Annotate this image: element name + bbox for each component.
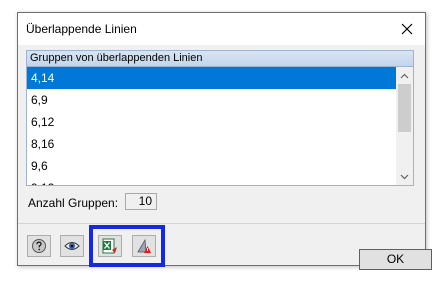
- dialog-window: Überlappende Linien Gruppen von überlapp…: [17, 12, 432, 270]
- view-button[interactable]: [60, 235, 84, 257]
- help-icon: [32, 239, 46, 253]
- view-icon: [64, 242, 80, 250]
- ok-button[interactable]: OK: [359, 249, 432, 270]
- list-item[interactable]: 9,12: [27, 177, 396, 185]
- divider: [18, 223, 425, 224]
- list-item[interactable]: 9,6: [27, 155, 396, 177]
- close-button[interactable]: [389, 13, 425, 45]
- chevron-down-icon: [400, 174, 409, 179]
- list-item[interactable]: 4,14: [27, 67, 396, 89]
- group-header: Gruppen von überlappenden Linien: [27, 51, 413, 67]
- list-item[interactable]: 8,16: [27, 133, 396, 155]
- list-scrollbar[interactable]: [396, 67, 413, 185]
- groups-list[interactable]: 4,14 6,9 6,12 8,16 9,6 9,12: [27, 67, 396, 185]
- scroll-thumb[interactable]: [398, 84, 411, 132]
- window-title: Überlappende Linien: [26, 22, 137, 36]
- group-count-value: 10: [125, 193, 157, 210]
- group-count-label: Anzahl Gruppen:: [28, 196, 119, 210]
- title-bar: Überlappende Linien: [18, 13, 425, 45]
- highlight-box: [89, 225, 165, 267]
- close-icon: [401, 23, 413, 35]
- chevron-up-icon: [400, 73, 409, 78]
- list-item[interactable]: 6,9: [27, 89, 396, 111]
- scroll-down-button[interactable]: [396, 168, 413, 185]
- scroll-up-button[interactable]: [396, 67, 413, 84]
- list-item[interactable]: 6,12: [27, 111, 396, 133]
- help-button[interactable]: [27, 235, 51, 257]
- overlapping-lines-group: Gruppen von überlappenden Linien 4,14 6,…: [26, 50, 414, 186]
